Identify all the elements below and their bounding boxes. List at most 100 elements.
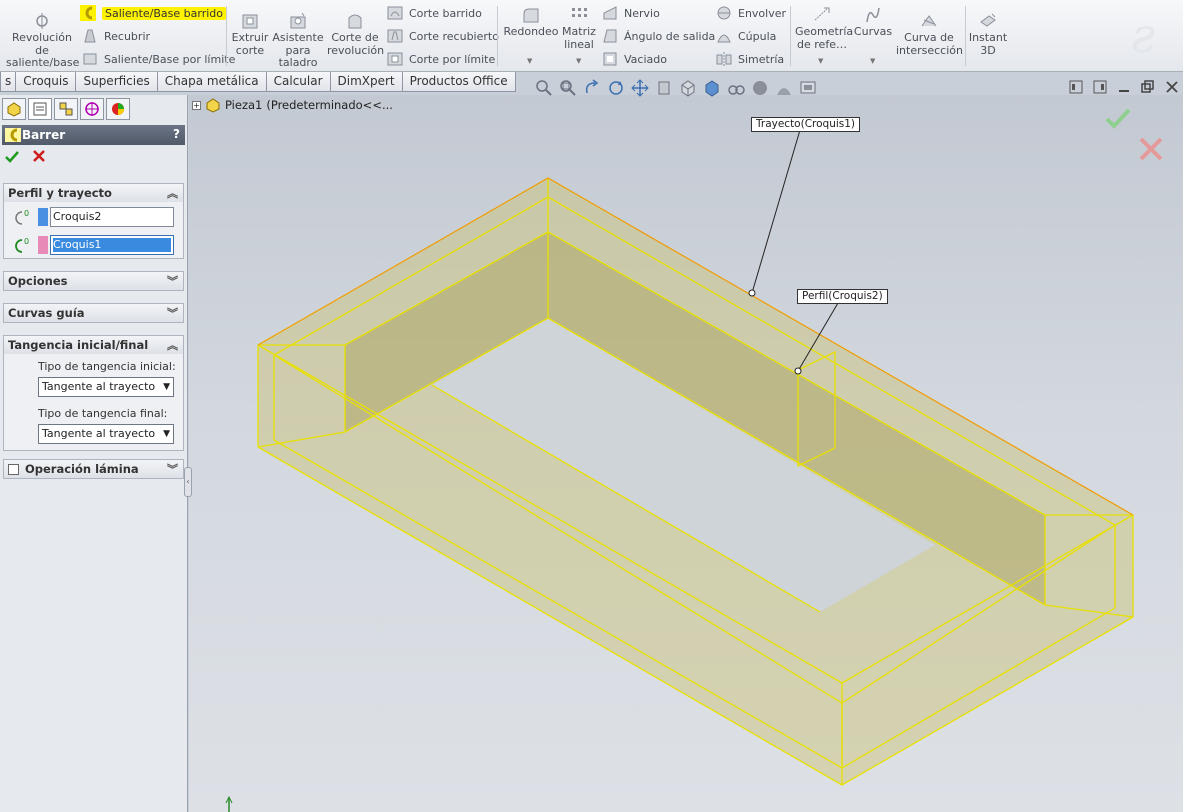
display-manager-tab[interactable]: [106, 98, 130, 120]
close-icon[interactable]: [1165, 80, 1179, 94]
curves-dropdown-icon[interactable]: ▼: [870, 57, 875, 65]
tab-sheet-metal[interactable]: Chapa metálica: [156, 72, 267, 92]
ref-geometry-dropdown-icon[interactable]: ▼: [818, 57, 823, 65]
section-view-icon[interactable]: [655, 79, 673, 97]
collapse-icon[interactable]: ︽: [167, 337, 178, 353]
view-orientation-icon[interactable]: [679, 79, 697, 97]
flyout-feature-tree[interactable]: + Pieza1 (Predeterminado<<...: [192, 97, 393, 113]
feature-manager-tab[interactable]: [2, 98, 26, 120]
extrude-cut-button[interactable]: Extruir corte: [229, 12, 271, 57]
tangency-group: Tangencia inicial/final ︽ Tipo de tangen…: [3, 335, 184, 451]
rotate-view-icon[interactable]: [607, 79, 625, 97]
revolve-boss-base-button[interactable]: Revolución de saliente/base: [6, 12, 79, 70]
options-header[interactable]: Opciones ︾: [4, 272, 183, 290]
profile-callout[interactable]: Perfil(Croquis2): [797, 289, 888, 304]
confirm-cancel-icon[interactable]: [1138, 136, 1164, 162]
view-settings-icon[interactable]: [799, 79, 817, 97]
ribbon-separator: [497, 6, 498, 66]
heads-up-view-toolbar: [535, 78, 817, 98]
instant3d-button[interactable]: Instant 3D: [968, 12, 1008, 57]
tile-left-icon[interactable]: [1069, 80, 1083, 94]
path-callout[interactable]: Trayecto(Croquis1): [751, 117, 861, 132]
dimxpert-manager-tab[interactable]: [80, 98, 104, 120]
dropdown-arrow-icon[interactable]: ▼: [163, 425, 170, 443]
previous-view-icon[interactable]: [583, 79, 601, 97]
property-manager-tab[interactable]: [28, 98, 52, 120]
draft-button[interactable]: Ángulo de salida: [602, 26, 715, 46]
help-button[interactable]: ?: [173, 127, 180, 141]
tangency-header[interactable]: Tangencia inicial/final ︽: [4, 336, 183, 354]
sweep-feature-icon: [5, 128, 21, 142]
tab-office-products[interactable]: Productos Office: [401, 72, 516, 92]
edit-appearance-icon[interactable]: [751, 79, 769, 97]
dome-button[interactable]: Cúpula: [716, 26, 776, 46]
fillet-dropdown-icon[interactable]: ▼: [527, 57, 532, 65]
dropdown-arrow-icon[interactable]: ▼: [163, 378, 170, 396]
start-tangency-label: Tipo de tangencia inicial:: [38, 360, 176, 373]
curves-button[interactable]: Curvas: [852, 6, 894, 39]
hole-wizard-button[interactable]: Asistente para taladro: [272, 12, 324, 70]
revolve-cut-button[interactable]: Corte de revolución: [327, 12, 384, 57]
tile-right-icon[interactable]: [1093, 80, 1107, 94]
tab-dimxpert[interactable]: DimXpert: [329, 72, 403, 92]
wrap-icon: [717, 6, 731, 20]
graphics-area[interactable]: Trayecto(Croquis1) Perfil(Croquis2): [189, 95, 1183, 812]
end-tangency-select[interactable]: Tangente al trayecto ▼: [38, 424, 174, 444]
path-icon: 0: [15, 237, 29, 253]
thin-feature-checkbox[interactable]: [8, 463, 19, 475]
thin-feature-header[interactable]: Operación lámina ︾: [4, 460, 183, 478]
zoom-to-area-icon[interactable]: [559, 79, 577, 97]
ok-checkmark-icon[interactable]: [4, 149, 20, 165]
configuration-manager-tab[interactable]: [54, 98, 78, 120]
pattern-dropdown-icon[interactable]: ▼: [576, 57, 581, 65]
hide-show-items-icon[interactable]: [727, 79, 745, 97]
command-manager-ribbon: Revolución de saliente/base Saliente/Bas…: [0, 0, 1183, 72]
swept-cut-button[interactable]: Corte barrido: [387, 3, 482, 23]
boundary-boss-button[interactable]: Saliente/Base por límite: [82, 49, 235, 69]
property-manager-icon: [33, 102, 47, 116]
expand-icon[interactable]: +: [192, 100, 201, 110]
guide-curves-header[interactable]: Curvas guía ︾: [4, 304, 183, 322]
tab-evaluate[interactable]: Calcular: [265, 72, 331, 92]
tab-features[interactable]: s: [0, 72, 17, 92]
tab-sketch[interactable]: Croquis: [15, 72, 77, 92]
boundary-cut-button[interactable]: Corte por límite: [387, 49, 495, 69]
collapse-icon[interactable]: ︽: [167, 185, 178, 201]
panel-splitter-handle[interactable]: ‹: [184, 467, 192, 497]
end-tangency-label: Tipo de tangencia final:: [38, 407, 168, 420]
reference-geometry-button[interactable]: Geometría de refe…: [795, 6, 853, 51]
zoom-to-fit-icon[interactable]: [535, 79, 553, 97]
start-tangency-select[interactable]: Tangente al trayecto ▼: [38, 377, 174, 397]
profile-icon: 0: [15, 209, 29, 225]
display-style-icon[interactable]: [703, 79, 721, 97]
wrap-button[interactable]: Envolver: [716, 3, 786, 23]
mirror-button[interactable]: Simetría: [716, 49, 784, 69]
loft-button[interactable]: Recubrir: [82, 26, 150, 46]
restore-icon[interactable]: [1141, 80, 1155, 94]
lofted-cut-button[interactable]: Corte recubierto: [387, 26, 499, 46]
pan-view-icon[interactable]: [631, 79, 649, 97]
linear-pattern-button[interactable]: Matriz lineal: [562, 6, 596, 51]
profile-path-header[interactable]: Perfil y trayecto ︽: [4, 184, 183, 202]
ribbon-separator: [965, 6, 966, 66]
ribbon-separator: [226, 6, 227, 66]
shell-button[interactable]: Vaciado: [602, 49, 667, 69]
intersection-curve-button[interactable]: Curva de intersección: [896, 12, 963, 57]
ds-logo-icon: ƨ: [1131, 8, 1156, 64]
confirm-ok-icon[interactable]: [1104, 107, 1132, 131]
profile-field[interactable]: Croquis2: [50, 207, 174, 227]
expand-chevron-icon[interactable]: ︾: [167, 273, 178, 289]
boundary-icon: [83, 53, 97, 65]
curves-icon: [866, 7, 880, 23]
tab-surfaces[interactable]: Superficies: [75, 72, 158, 92]
apply-scene-icon[interactable]: [775, 79, 793, 97]
path-field[interactable]: Croquis1: [50, 235, 174, 255]
sweep-boss-base-button[interactable]: Saliente/Base barrido: [80, 3, 226, 23]
fillet-button[interactable]: Redondeo: [502, 6, 560, 39]
rib-button[interactable]: Nervio: [602, 3, 660, 23]
reference-geometry-icon: [814, 7, 830, 21]
expand-chevron-icon[interactable]: ︾: [167, 305, 178, 321]
cancel-x-icon[interactable]: [32, 149, 46, 163]
minimize-icon[interactable]: [1117, 80, 1131, 94]
expand-chevron-icon[interactable]: ︾: [167, 461, 178, 477]
